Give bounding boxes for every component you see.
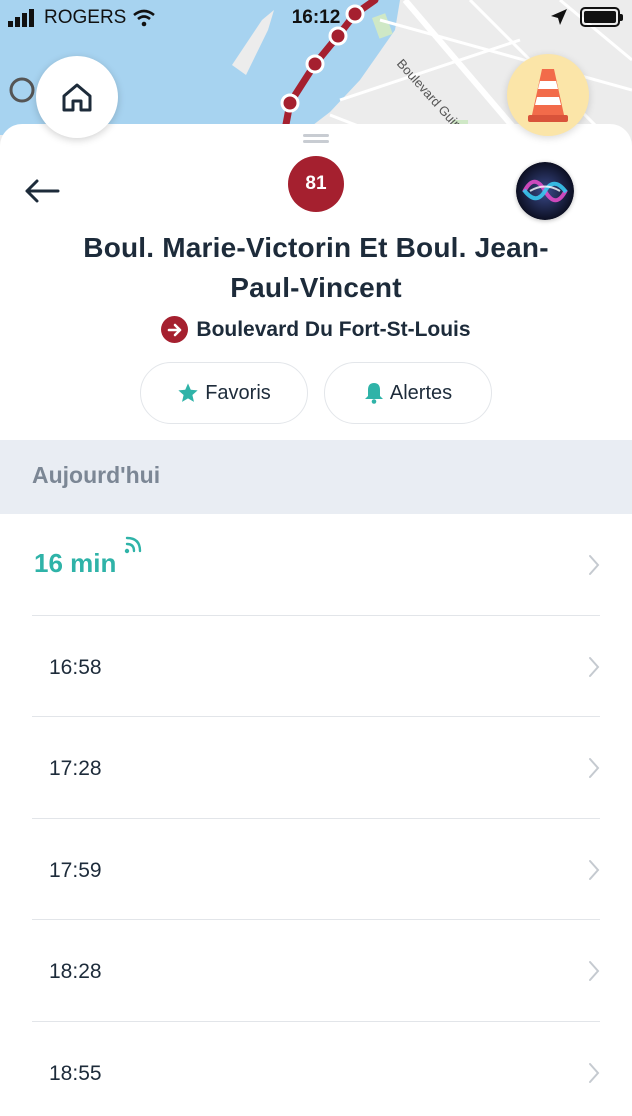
today-section-header: Aujourd'hui <box>0 440 632 514</box>
status-right <box>550 7 623 27</box>
siri-icon <box>516 162 574 220</box>
alerts-label: Alertes <box>389 381 453 404</box>
departure-row[interactable]: 16:58 <box>32 616 600 717</box>
favorites-button[interactable]: Favoris <box>140 362 308 424</box>
alerts-button[interactable]: Alertes <box>324 362 492 424</box>
star-icon <box>178 383 198 402</box>
departure-list: 16 min 16:58 17:28 17:59 18:28 18:55 <box>0 514 632 1116</box>
departure-row[interactable]: 18:55 <box>32 1022 600 1116</box>
direction-label: Boulevard Du Fort-St-Louis <box>196 317 471 341</box>
chevron-right-icon <box>589 656 600 677</box>
section-label: Aujourd'hui <box>32 462 161 488</box>
back-arrow-icon <box>25 179 60 203</box>
home-icon <box>62 83 92 112</box>
route-badge: 81 <box>288 156 344 212</box>
chevron-right-icon <box>589 961 600 981</box>
stop-detail-sheet: 81 Boul. Marie-Victorin Et Boul. Jean-Pa… <box>0 124 632 1116</box>
departure-row[interactable]: 17:28 <box>32 717 600 819</box>
chevron-right-icon <box>589 1062 600 1083</box>
battery-icon <box>580 7 623 27</box>
departure-time: 17:59 <box>49 858 102 882</box>
direction-row: Boulevard Du Fort-St-Louis <box>0 316 632 343</box>
traffic-cone-icon <box>528 69 568 122</box>
chevron-right-icon <box>589 859 600 880</box>
sheet-grabber[interactable] <box>303 134 329 146</box>
departure-time: 17:28 <box>49 757 102 780</box>
chevron-right-icon <box>589 555 600 575</box>
siri-button[interactable] <box>516 162 574 220</box>
chevron-right-icon <box>589 758 600 778</box>
departure-row-live[interactable]: 16 min <box>32 514 600 616</box>
live-departure-time: 16 min <box>34 548 117 578</box>
status-bar: ROGERS 16:12 <box>0 0 632 36</box>
status-time: 16:12 <box>291 7 341 28</box>
departure-row[interactable]: 17:59 <box>32 819 600 920</box>
traffic-alert-button[interactable] <box>507 54 589 136</box>
home-button[interactable] <box>36 56 118 138</box>
action-buttons: Favoris Alertes <box>0 362 632 424</box>
stop-title: Boul. Marie-Victorin Et Boul. Jean-Paul-… <box>83 232 549 303</box>
back-button[interactable] <box>22 174 62 208</box>
location-arrow-icon <box>551 9 567 25</box>
direction-arrow-icon <box>161 316 189 343</box>
departure-time: 18:55 <box>49 1061 102 1085</box>
departure-time: 18:28 <box>49 960 102 983</box>
bell-icon <box>364 383 383 404</box>
live-signal-icon <box>124 536 142 554</box>
departure-row[interactable]: 18:28 <box>32 920 600 1022</box>
departure-time: 16:58 <box>49 655 102 679</box>
favorites-label: Favoris <box>205 381 271 404</box>
